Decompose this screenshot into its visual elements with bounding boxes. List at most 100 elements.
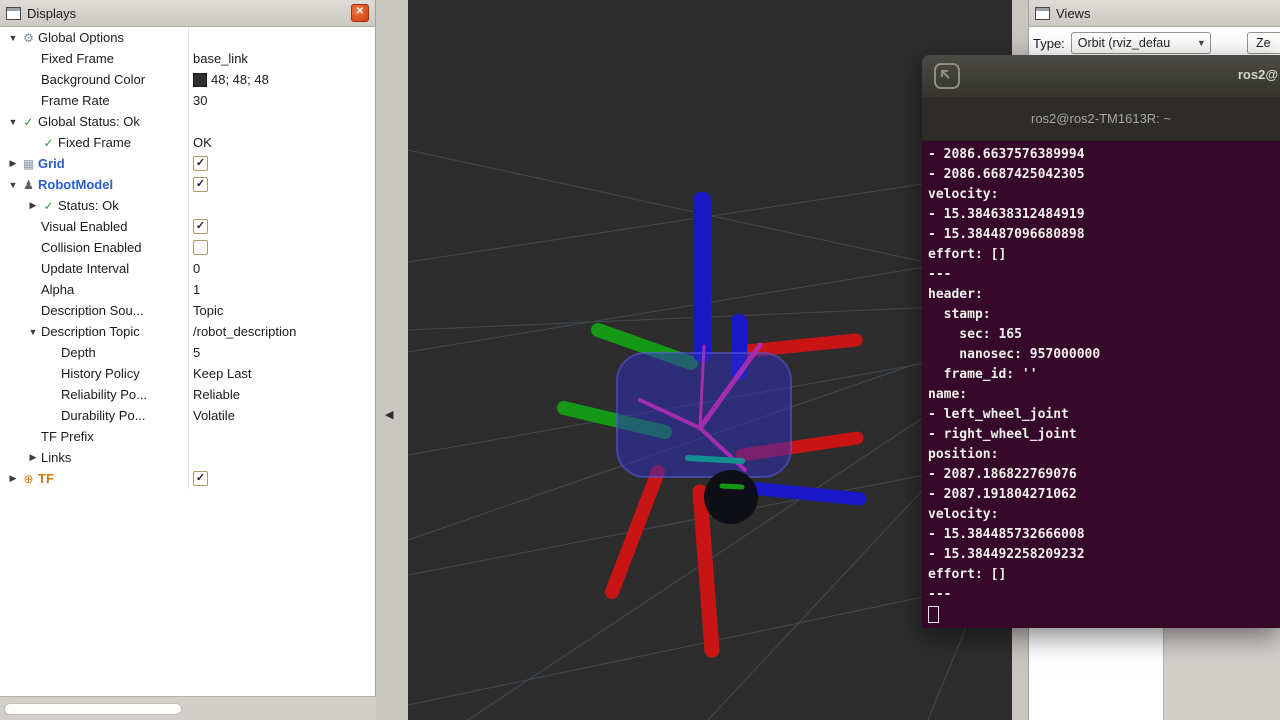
axis-teal [688, 458, 742, 461]
expander-down-icon[interactable]: ▼ [26, 327, 40, 337]
property-value: Reliable [193, 387, 240, 402]
property-value: 48; 48; 48 [211, 72, 269, 87]
display-row[interactable]: ▼✓Global Status: Ok [0, 111, 375, 132]
color-swatch [193, 73, 207, 87]
view-type-dropdown[interactable]: Orbit (rviz_defau ▼ [1071, 32, 1211, 54]
checkbox[interactable] [193, 240, 208, 255]
display-row[interactable]: Visual Enabled✓ [0, 216, 375, 237]
terminal-line: - 2086.6637576389994 [928, 145, 1280, 165]
display-row[interactable]: Fixed Framebase_link [0, 48, 375, 69]
display-row[interactable]: ▼⚙Global Options [0, 27, 375, 48]
horizontal-scrollbar[interactable] [4, 703, 182, 715]
terminal-window[interactable]: ros2@ ros2@ros2-TM1613R: ~ - 2086.663757… [922, 55, 1280, 628]
panel-splitter[interactable]: ◀ [376, 0, 408, 720]
display-row[interactable]: Description Sou... Topic [0, 300, 375, 321]
close-icon[interactable]: ✕ [351, 4, 369, 22]
property-value-cell[interactable]: Topic [188, 300, 375, 321]
view-type-label: Type: [1033, 36, 1065, 51]
tf-icon: ⊕ [20, 473, 37, 485]
property-value-cell[interactable]: Keep Last [188, 363, 375, 384]
property-value-cell[interactable]: 1 [188, 279, 375, 300]
terminal-output[interactable]: - 2086.6637576389994- 2086.6687425042305… [922, 141, 1280, 628]
property-label: Description Topic [40, 324, 140, 339]
property-value: Volatile [193, 408, 235, 423]
terminal-line: - 2086.6687425042305 [928, 165, 1280, 185]
property-value-cell[interactable]: ✓ [188, 174, 375, 195]
display-row[interactable]: Update Interval0 [0, 258, 375, 279]
property-value-cell[interactable]: ✓ [188, 216, 375, 237]
display-row[interactable]: ▶⊕TF✓ [0, 468, 375, 489]
property-value-cell[interactable]: 0 [188, 258, 375, 279]
property-value-cell[interactable]: ✓ [188, 468, 375, 489]
property-label: TF Prefix [40, 429, 94, 444]
property-label: Global Options [37, 30, 124, 45]
view-type-value: Orbit (rviz_defau [1078, 36, 1170, 50]
property-value-cell[interactable] [188, 237, 375, 258]
property-value-cell[interactable] [188, 27, 375, 48]
terminal-cursor-line [928, 605, 1280, 625]
expander-down-icon[interactable]: ▼ [6, 180, 20, 190]
display-row[interactable]: ▼♟RobotModel✓ [0, 174, 375, 195]
property-value-cell[interactable]: Volatile [188, 405, 375, 426]
terminal-line: name: [928, 385, 1280, 405]
expander-right-icon[interactable]: ▶ [6, 473, 20, 484]
property-value-cell[interactable] [188, 195, 375, 216]
zero-button[interactable]: Ze [1247, 32, 1280, 54]
display-row[interactable]: ▶Links [0, 447, 375, 468]
property-value-cell[interactable] [188, 111, 375, 132]
property-value: 30 [193, 93, 207, 108]
property-value-cell[interactable]: base_link [188, 48, 375, 69]
status-ok-icon: ✓ [20, 116, 37, 128]
display-row[interactable]: ▶▦Grid✓ [0, 153, 375, 174]
display-row[interactable]: TF Prefix [0, 426, 375, 447]
display-row[interactable]: Depth 5 [0, 342, 375, 363]
property-label: Depth [60, 345, 96, 360]
terminal-line: velocity: [928, 505, 1280, 525]
property-value-cell[interactable]: OK [188, 132, 375, 153]
expander-down-icon[interactable]: ▼ [6, 117, 20, 127]
checkbox[interactable]: ✓ [193, 471, 208, 486]
property-value-cell[interactable]: 30 [188, 90, 375, 111]
property-value-cell[interactable]: /robot_description [188, 321, 375, 342]
terminal-tab-title[interactable]: ros2@ros2-TM1613R: ~ [1031, 111, 1171, 126]
terminal-line: - 2087.186822769076 [928, 465, 1280, 485]
terminal-line: effort: [] [928, 565, 1280, 585]
property-label: Reliability Po... [60, 387, 147, 402]
display-row[interactable]: ✓Fixed FrameOK [0, 132, 375, 153]
expander-right-icon[interactable]: ▶ [26, 452, 40, 463]
display-row[interactable]: Collision Enabled [0, 237, 375, 258]
expander-down-icon[interactable]: ▼ [6, 33, 20, 43]
property-label: Description Sou... [40, 303, 144, 318]
expander-right-icon[interactable]: ▶ [6, 158, 20, 169]
terminal-tabbar[interactable]: ros2@ros2-TM1613R: ~ [922, 97, 1280, 141]
wheel-sphere [704, 470, 758, 524]
property-label: Collision Enabled [40, 240, 141, 255]
display-row[interactable]: Background Color 48; 48; 48 [0, 69, 375, 90]
property-value-cell[interactable]: 48; 48; 48 [188, 69, 375, 90]
terminal-line: --- [928, 585, 1280, 605]
terminal-titlebar[interactable]: ros2@ [922, 55, 1280, 97]
property-value-cell[interactable] [188, 426, 375, 447]
checkbox[interactable]: ✓ [193, 177, 208, 192]
property-value-cell[interactable] [188, 447, 375, 468]
display-row[interactable]: Durability Po...Volatile [0, 405, 375, 426]
views-titlebar[interactable]: Views [1029, 0, 1280, 27]
display-row[interactable]: Alpha1 [0, 279, 375, 300]
display-row[interactable]: Frame Rate30 [0, 90, 375, 111]
checkbox[interactable]: ✓ [193, 156, 208, 171]
property-label: Status: Ok [57, 198, 119, 213]
property-value-cell[interactable]: 5 [188, 342, 375, 363]
display-row[interactable]: History PolicyKeep Last [0, 363, 375, 384]
checkbox[interactable]: ✓ [193, 219, 208, 234]
collapse-panel-icon[interactable]: ◀ [385, 408, 393, 421]
property-label: RobotModel [37, 177, 113, 192]
property-label: Background Color [40, 72, 145, 87]
property-value-cell[interactable]: Reliable [188, 384, 375, 405]
display-row[interactable]: ▼Description Topic/robot_description [0, 321, 375, 342]
property-value-cell[interactable]: ✓ [188, 153, 375, 174]
displays-titlebar[interactable]: Displays ✕ [0, 0, 375, 27]
expander-right-icon[interactable]: ▶ [26, 200, 40, 211]
display-row[interactable]: ▶✓Status: Ok [0, 195, 375, 216]
terminal-window-icon[interactable] [934, 63, 960, 94]
display-row[interactable]: Reliability Po... Reliable [0, 384, 375, 405]
